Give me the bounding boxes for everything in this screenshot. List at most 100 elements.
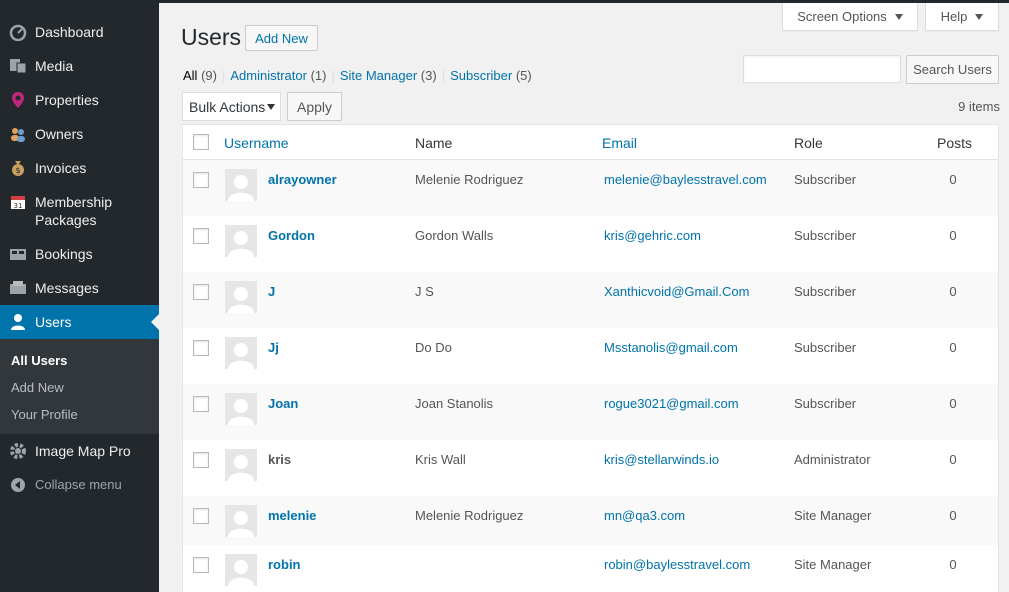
role-filters: All (9) | Administrator (1) | Site Manager (… bbox=[183, 68, 532, 83]
sidebar-item-label: Messages bbox=[35, 280, 99, 296]
user-role: Site Manager bbox=[794, 557, 872, 572]
sidebar-item-label: Owners bbox=[35, 126, 84, 142]
filter-count: (5) bbox=[515, 68, 532, 83]
sidebar-item-label: Bookings bbox=[35, 246, 93, 262]
filter-site-manager[interactable]: Site Manager (3) bbox=[340, 68, 437, 83]
user-email-link[interactable]: melenie@baylesstravel.com bbox=[604, 172, 767, 187]
column-role: Role bbox=[794, 135, 823, 151]
username-link[interactable]: melenie bbox=[268, 508, 316, 523]
username-link[interactable]: robin bbox=[268, 557, 301, 572]
user-posts-count: 0 bbox=[949, 228, 957, 243]
table-row: kris Kris Wall kris@stellarwinds.io Adminis… bbox=[183, 440, 998, 496]
table-row: J J S Xanthicvoid@Gmail.Com Subscriber 0 bbox=[183, 272, 998, 328]
username-link[interactable]: J bbox=[268, 284, 275, 299]
user-email-link[interactable]: kris@gehric.com bbox=[604, 228, 701, 243]
avatar bbox=[225, 281, 257, 313]
user-role: Subscriber bbox=[794, 396, 857, 411]
username-link[interactable]: Joan bbox=[268, 396, 298, 411]
search-users-input[interactable] bbox=[743, 55, 901, 83]
user-full-name: Melenie Rodriguez bbox=[415, 508, 524, 523]
column-posts: Posts bbox=[937, 135, 973, 151]
column-name: Name bbox=[415, 135, 453, 151]
help-button[interactable]: Help bbox=[925, 3, 999, 31]
username-link[interactable]: Jj bbox=[268, 340, 279, 355]
user-posts-count: 0 bbox=[949, 172, 957, 187]
select-all-checkbox[interactable] bbox=[193, 134, 209, 150]
row-checkbox[interactable] bbox=[193, 396, 209, 412]
sidebar-item-label: Properties bbox=[35, 92, 99, 108]
user-role: Site Manager bbox=[794, 508, 872, 523]
filter-all[interactable]: All (9) bbox=[183, 68, 217, 83]
table-row: robin robin@baylesstravel.com Site Manager… bbox=[183, 545, 998, 592]
filter-administrator[interactable]: Administrator (1) bbox=[230, 68, 326, 83]
row-checkbox[interactable] bbox=[193, 228, 209, 244]
user-email-link[interactable]: Xanthicvoid@Gmail.Com bbox=[604, 284, 749, 299]
collapse-icon bbox=[9, 476, 27, 494]
svg-text:31: 31 bbox=[14, 202, 23, 210]
svg-text:$: $ bbox=[15, 166, 20, 175]
column-email[interactable]: Email bbox=[602, 135, 637, 151]
filter-separator: | bbox=[221, 68, 226, 83]
bulk-actions-select[interactable]: Bulk Actions bbox=[182, 92, 281, 121]
row-checkbox[interactable] bbox=[193, 508, 209, 524]
submenu-add-new[interactable]: Add New bbox=[0, 374, 159, 401]
sidebar-item-users[interactable]: Users bbox=[0, 305, 159, 339]
submenu-all-users[interactable]: All Users bbox=[0, 347, 159, 374]
filter-separator: | bbox=[331, 68, 335, 83]
screen-options-button[interactable]: Screen Options bbox=[782, 3, 918, 31]
user-role: Subscriber bbox=[794, 284, 857, 299]
filter-count: (3) bbox=[420, 68, 437, 83]
row-checkbox[interactable] bbox=[193, 557, 209, 573]
sidebar-item-owners[interactable]: Owners bbox=[0, 117, 159, 151]
username-link[interactable]: Gordon bbox=[268, 228, 315, 243]
admin-sidebar: Dashboard Media Properties Owners $ Invo… bbox=[0, 0, 159, 592]
sidebar-item-invoices[interactable]: $ Invoices bbox=[0, 151, 159, 185]
user-email-link[interactable]: mn@qa3.com bbox=[604, 508, 685, 523]
username-link[interactable]: kris bbox=[268, 452, 291, 467]
filter-count: (1) bbox=[310, 68, 327, 83]
filter-label: Site Manager bbox=[339, 68, 418, 83]
table-row: Jj Do Do Msstanolis@gmail.com Subscriber 0 bbox=[183, 328, 998, 384]
user-full-name: Gordon Walls bbox=[415, 228, 494, 243]
user-email-link[interactable]: Msstanolis@gmail.com bbox=[604, 340, 738, 355]
sidebar-item-label: Users bbox=[35, 314, 72, 330]
user-role: Administrator bbox=[794, 452, 871, 467]
row-checkbox[interactable] bbox=[193, 284, 209, 300]
table-row: Gordon Gordon Walls kris@gehric.com Subscri… bbox=[183, 216, 998, 272]
user-icon bbox=[9, 313, 27, 331]
sidebar-item-properties[interactable]: Properties bbox=[0, 83, 159, 117]
user-posts-count: 0 bbox=[949, 508, 957, 523]
column-username[interactable]: Username bbox=[224, 135, 289, 151]
submenu-your-profile[interactable]: Your Profile bbox=[0, 401, 159, 428]
row-checkbox[interactable] bbox=[193, 340, 209, 356]
sidebar-item-dashboard[interactable]: Dashboard bbox=[0, 15, 159, 49]
media-icon bbox=[9, 57, 27, 75]
search-users-button[interactable]: Search Users bbox=[906, 55, 999, 84]
filter-label: All bbox=[183, 68, 198, 83]
avatar bbox=[225, 337, 257, 369]
add-new-user-button[interactable]: Add New bbox=[245, 25, 318, 51]
table-row: melenie Melenie Rodriguez mn@qa3.com Site M… bbox=[183, 496, 998, 545]
sidebar-item-media[interactable]: Media bbox=[0, 49, 159, 83]
filter-subscriber[interactable]: Subscriber (5) bbox=[450, 68, 532, 83]
user-email-link[interactable]: rogue3021@gmail.com bbox=[604, 396, 739, 411]
apply-button[interactable]: Apply bbox=[287, 92, 342, 121]
users-submenu: All Users Add New Your Profile bbox=[0, 339, 159, 434]
user-posts-count: 0 bbox=[949, 557, 957, 572]
sidebar-item-messages[interactable]: Messages bbox=[0, 271, 159, 305]
table-row: Joan Joan Stanolis rogue3021@gmail.com Subs… bbox=[183, 384, 998, 440]
user-email-link[interactable]: kris@stellarwinds.io bbox=[604, 452, 719, 467]
row-checkbox[interactable] bbox=[193, 452, 209, 468]
user-full-name: Melenie Rodriguez bbox=[415, 172, 524, 187]
username-link[interactable]: alrayowner bbox=[268, 172, 337, 187]
collapse-menu-button[interactable]: Collapse menu bbox=[0, 468, 159, 502]
users-table: Username Name Email Role Posts alrayowne… bbox=[182, 124, 999, 592]
user-full-name: Do Do bbox=[415, 340, 452, 355]
page-title: Users bbox=[181, 24, 242, 50]
user-email-link[interactable]: robin@baylesstravel.com bbox=[604, 557, 750, 572]
sidebar-item-image-map-pro[interactable]: Image Map Pro bbox=[0, 434, 159, 468]
sidebar-item-bookings[interactable]: Bookings bbox=[0, 237, 159, 271]
user-posts-count: 0 bbox=[949, 284, 957, 299]
sidebar-item-membership-packages[interactable]: 31 Membership Packages bbox=[0, 185, 159, 237]
row-checkbox[interactable] bbox=[193, 172, 209, 188]
